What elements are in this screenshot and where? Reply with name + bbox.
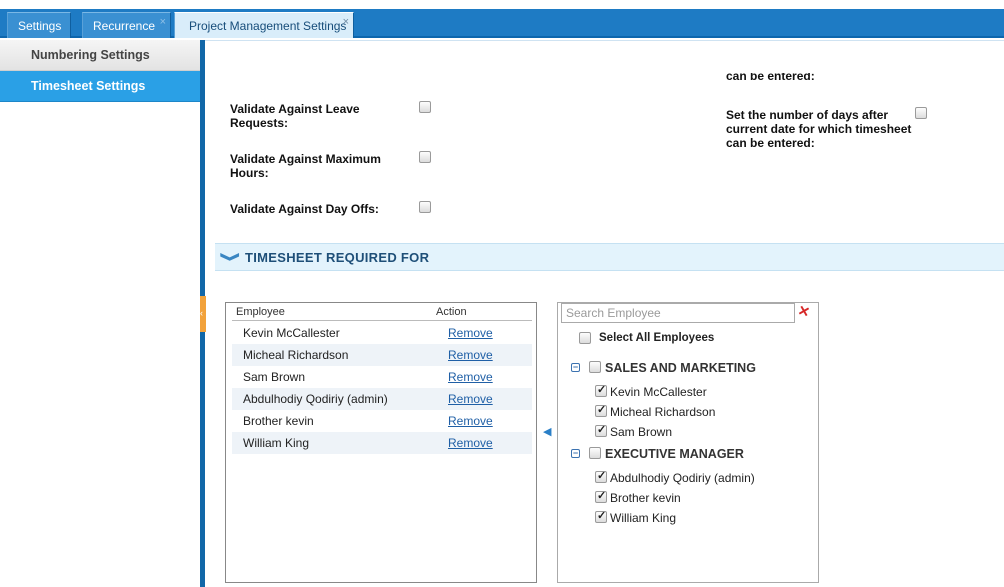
timesheet-required-for-section[interactable]: ❯ TIMESHEET REQUIRED FOR (215, 243, 1004, 271)
employee-label: Abdulhodiy Qodiriy (admin) (610, 471, 755, 485)
employee-name: Kevin McCallester (243, 326, 340, 340)
sidebar-item-label: Timesheet Settings (31, 79, 146, 93)
employee-name: Brother kevin (243, 414, 314, 428)
validate-day-offs-label: Validate Against Day Offs: (230, 202, 379, 216)
column-header-action: Action (436, 306, 467, 318)
employee-name: William King (243, 436, 310, 450)
remove-link[interactable]: Remove (448, 410, 493, 432)
table-row: Micheal Richardson Remove (232, 344, 532, 366)
validate-max-hours-label: Validate Against Maximum Hours: (230, 152, 381, 180)
employee-checkbox[interactable] (595, 383, 607, 397)
remove-link[interactable]: Remove (448, 388, 493, 410)
employee-name: Abdulhodiy Qodiriy (admin) (243, 392, 388, 406)
tab-label: Recurrence (93, 19, 156, 33)
remove-link[interactable]: Remove (448, 366, 493, 388)
validate-leave-label: Validate Against Leave Requests: (230, 102, 360, 130)
group-label: SALES AND MARKETING (605, 361, 756, 375)
table-row: Sam Brown Remove (232, 366, 532, 388)
divider (205, 40, 1004, 41)
sidebar-item-timesheet-settings[interactable]: Timesheet Settings (0, 71, 200, 102)
select-all-label: Select All Employees (599, 332, 715, 344)
column-header-employee: Employee (236, 306, 285, 318)
tab-label: Project Management Settings (189, 19, 347, 33)
employee-table: Employee Action Kevin McCallester Remove… (225, 302, 537, 583)
validate-day-offs-checkbox[interactable] (419, 201, 431, 213)
table-header: Employee Action (232, 305, 532, 321)
employee-label: Brother kevin (610, 491, 681, 505)
chevron-left-icon: ‹ (200, 308, 203, 318)
tab-bar: Settings Recurrence × Project Management… (0, 9, 1004, 38)
employee-checkbox[interactable] (595, 403, 607, 417)
group-label: EXECUTIVE MANAGER (605, 447, 744, 461)
tab-recurrence[interactable]: Recurrence × (82, 12, 171, 38)
section-title: TIMESHEET REQUIRED FOR (245, 250, 430, 265)
employee-name: Sam Brown (243, 370, 306, 384)
close-icon[interactable]: × (343, 9, 349, 35)
table-row: Kevin McCallester Remove (232, 322, 532, 344)
remove-link[interactable]: Remove (448, 322, 493, 344)
sidebar-item-label: Numbering Settings (31, 48, 150, 62)
collapse-icon[interactable]: − (571, 363, 580, 372)
employee-checkbox[interactable] (595, 509, 607, 523)
chevron-down-icon[interactable]: ❯ (221, 249, 242, 265)
employee-label: Kevin McCallester (610, 385, 707, 399)
employee-picker: ✕ Select All Employees − SALES AND MARKE… (557, 302, 819, 583)
tab-settings[interactable]: Settings (7, 12, 71, 38)
table-row: Abdulhodiy Qodiriy (admin) Remove (232, 388, 532, 410)
collapse-icon[interactable]: − (571, 449, 580, 458)
table-row: William King Remove (232, 432, 532, 454)
remove-link[interactable]: Remove (448, 432, 493, 454)
employee-label: Micheal Richardson (610, 405, 716, 419)
validate-leave-checkbox[interactable] (419, 101, 431, 113)
select-all-checkbox[interactable] (579, 332, 591, 344)
collapse-handle[interactable]: ‹ (200, 296, 206, 332)
cut-off-label: can be entered: (726, 73, 815, 83)
remove-link[interactable]: Remove (448, 344, 493, 366)
employee-checkbox[interactable] (595, 423, 607, 437)
employee-checkbox[interactable] (595, 469, 607, 483)
days-after-label: Set the number of days after current dat… (726, 108, 912, 150)
employee-label: Sam Brown (610, 425, 673, 439)
sidebar: Numbering Settings Timesheet Settings (0, 40, 200, 587)
days-after-checkbox[interactable] (915, 107, 927, 119)
move-left-icon[interactable]: ◀ (543, 425, 551, 438)
sidebar-item-numbering-settings[interactable]: Numbering Settings (0, 40, 200, 71)
group-checkbox[interactable] (589, 447, 601, 459)
tab-label: Settings (18, 19, 62, 33)
employee-checkbox[interactable] (595, 489, 607, 503)
search-employee-input[interactable] (561, 303, 795, 323)
validate-max-hours-checkbox[interactable] (419, 151, 431, 163)
employee-name: Micheal Richardson (243, 348, 349, 362)
table-row: Brother kevin Remove (232, 410, 532, 432)
close-icon[interactable]: × (160, 9, 166, 35)
clear-search-icon[interactable]: ✕ (796, 302, 811, 321)
employee-label: William King (610, 511, 677, 525)
tab-project-management-settings[interactable]: Project Management Settings × (174, 12, 354, 38)
group-checkbox[interactable] (589, 361, 601, 373)
